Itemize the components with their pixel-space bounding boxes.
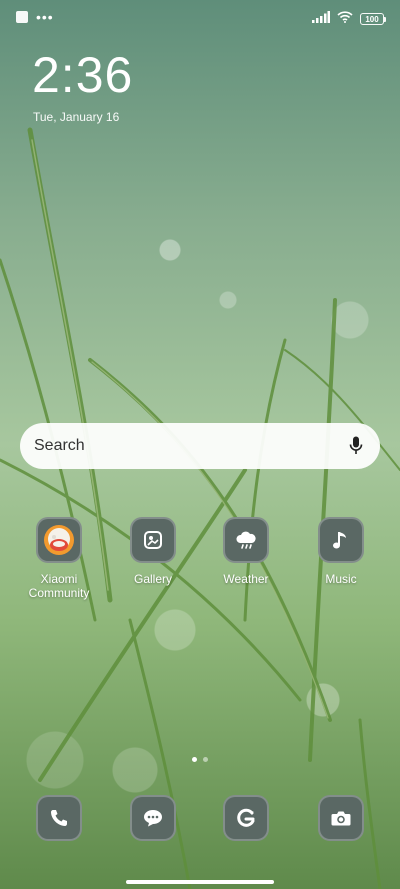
camera-icon[interactable]: [318, 795, 364, 841]
page-dot: [203, 757, 208, 762]
search-placeholder[interactable]: Search: [34, 437, 346, 455]
app-label: Weather: [223, 572, 269, 586]
app-music[interactable]: Music: [296, 517, 386, 586]
search-bar[interactable]: Search: [20, 423, 380, 469]
browser-icon[interactable]: [223, 795, 269, 841]
clock-time[interactable]: 2:36: [32, 46, 133, 104]
more-dots-icon: •••: [36, 9, 54, 25]
page-dot-active: [192, 757, 197, 762]
app-gallery[interactable]: Gallery: [108, 517, 198, 586]
dock-camera[interactable]: [296, 795, 386, 841]
battery-icon: 100: [360, 13, 386, 25]
signal-icon: [312, 10, 330, 28]
app-label: Xiaomi Community: [28, 572, 90, 600]
weather-icon[interactable]: [223, 517, 269, 563]
dock-messages[interactable]: [108, 795, 198, 841]
page-indicator: [0, 757, 400, 762]
wifi-icon: [337, 10, 353, 28]
status-left: •••: [16, 9, 54, 25]
xiaomi-community-icon[interactable]: [36, 517, 82, 563]
clock-date[interactable]: Tue, January 16: [33, 110, 119, 124]
gallery-icon[interactable]: [130, 517, 176, 563]
dock-browser[interactable]: [201, 795, 291, 841]
messages-icon[interactable]: [130, 795, 176, 841]
home-indicator-bar[interactable]: [126, 880, 274, 884]
notification-square-icon: [16, 11, 28, 23]
dock-phone[interactable]: [14, 795, 104, 841]
phone-icon[interactable]: [36, 795, 82, 841]
status-right: 100: [312, 10, 386, 28]
music-icon[interactable]: [318, 517, 364, 563]
app-weather[interactable]: Weather: [201, 517, 291, 586]
app-xiaomi-community[interactable]: Xiaomi Community: [14, 517, 104, 600]
app-label: Gallery: [133, 572, 172, 586]
mic-icon[interactable]: [346, 435, 366, 457]
app-label: Music: [325, 572, 357, 586]
status-bar: ••• 100: [0, 0, 400, 36]
